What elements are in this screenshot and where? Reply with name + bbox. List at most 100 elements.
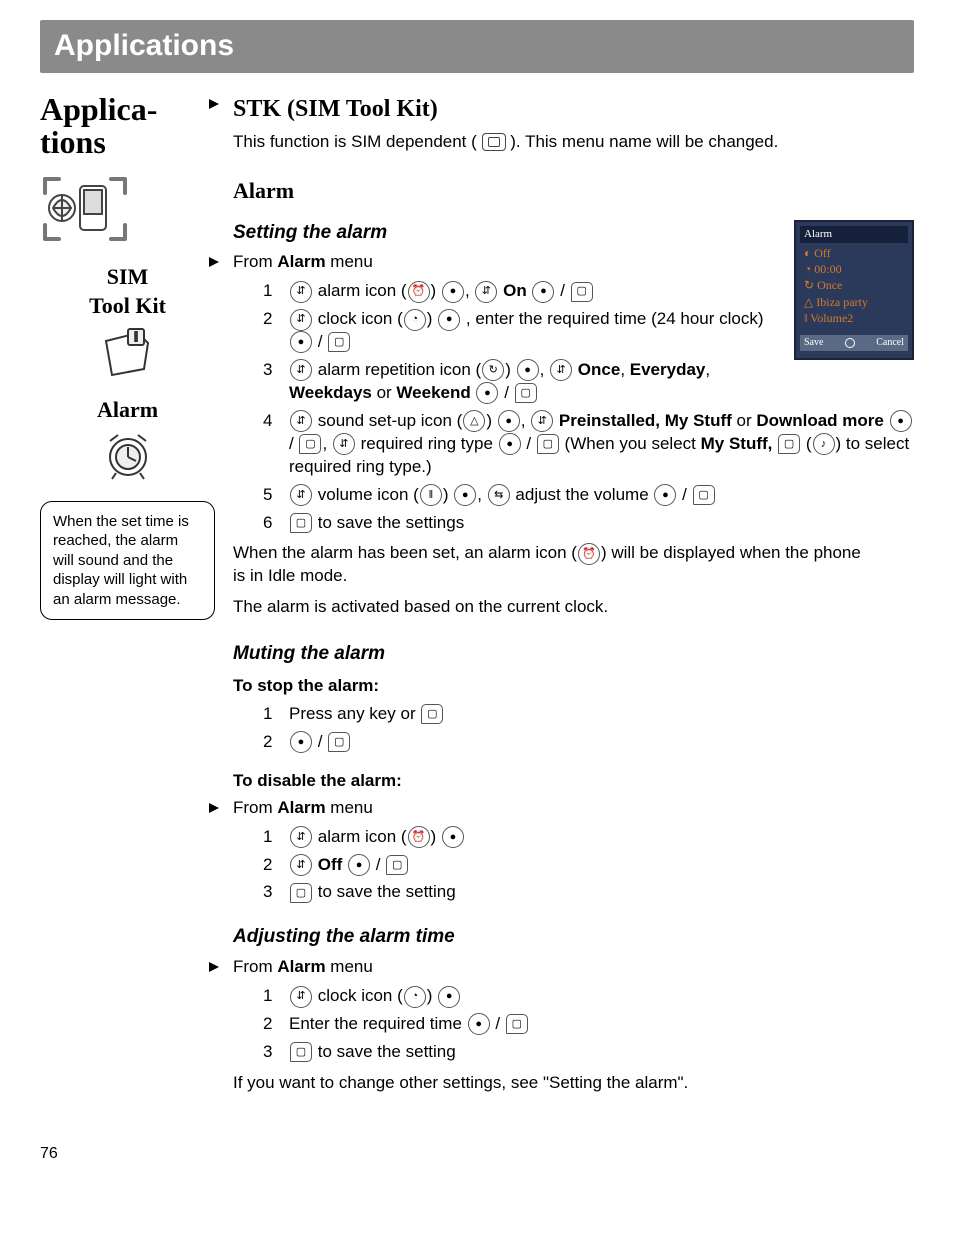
s3-wd: Weekdays	[289, 383, 372, 402]
d1-a: alarm icon (	[318, 827, 407, 846]
softkey-icon: ▢	[537, 434, 559, 454]
phone-cancel-label: Cancel	[876, 337, 904, 349]
s1-a: alarm icon (	[318, 281, 407, 300]
s3-d	[471, 383, 476, 402]
d2-b: /	[371, 855, 385, 874]
d1-b: )	[431, 827, 441, 846]
num-3d: 3	[263, 1041, 279, 1064]
num-6: 6	[263, 512, 279, 535]
phone-l3: Once	[817, 278, 842, 292]
setting-step-3: 3 ⇵ alarm repetition icon (↻) ●, ⇵ Once,…	[263, 359, 780, 405]
svg-text:i: i	[134, 330, 137, 344]
s2-d: /	[313, 332, 327, 351]
m2-a: /	[313, 732, 327, 751]
nav-updown-icon: ⇵	[290, 410, 312, 432]
num-2c: 2	[263, 854, 279, 877]
s6-a: to save the settings	[313, 513, 464, 532]
stk-body-b: ). This menu name will be changed.	[510, 132, 778, 151]
sidebar-alarm-heading: Alarm	[40, 395, 215, 425]
s3-a: alarm repetition icon (	[318, 360, 481, 379]
phone-line-ring: △ Ibiza party	[800, 294, 908, 310]
center-key-icon: ●	[517, 359, 539, 381]
num-1: 1	[263, 280, 279, 303]
s5-d: adjust the volume	[511, 485, 654, 504]
from-alarm-menu-3: From Alarm menu	[233, 956, 914, 979]
s5-a: volume icon (	[318, 485, 419, 504]
adjusting-heading: Adjusting the alarm time	[233, 924, 914, 950]
s5-c: ,	[477, 485, 486, 504]
setting-step-5: 5 ⇵ volume icon (‖) ●, ⇆ adjust the volu…	[263, 484, 914, 507]
alarm-clock-icon	[98, 431, 158, 481]
nav-updown-icon: ⇵	[531, 410, 553, 432]
mute-step-2: 2 ● / ▢	[263, 731, 914, 754]
sidebar-title-l1: Applica-	[40, 91, 157, 127]
volume-glyph-icon: ‖	[420, 484, 442, 506]
sound-glyph-icon: ♪	[813, 433, 835, 455]
a2-a: Enter the required time	[289, 1014, 467, 1033]
softkey-icon: ▢	[421, 704, 443, 724]
s4-d	[884, 411, 889, 430]
s4-j	[772, 434, 777, 453]
sidebar: Applica- tions SIM Tool Kit	[40, 93, 215, 1103]
num-1d: 1	[263, 985, 279, 1008]
softkey-icon: ▢	[506, 1014, 528, 1034]
adjust-step-3: 3 ▢ to save the setting	[263, 1041, 914, 1064]
nav-updown-icon: ⇵	[290, 826, 312, 848]
post-set-note-2: The alarm is activated based on the curr…	[233, 596, 873, 619]
s4-pre: Preinstalled, My Stuff	[559, 411, 732, 430]
softkey-icon: ▢	[328, 732, 350, 752]
nav-updown-icon: ⇵	[550, 359, 572, 381]
softkey-icon: ▢	[290, 1042, 312, 1062]
phone-screen-title: Alarm	[800, 226, 908, 243]
center-key-icon: ●	[476, 382, 498, 404]
a3-a: to save the setting	[313, 1042, 456, 1061]
disable-step-3: 3 ▢ to save the setting	[263, 881, 914, 904]
center-key-icon: ●	[454, 484, 476, 506]
alarm-glyph-icon: ⏰	[408, 826, 430, 848]
stk-heading: STK (SIM Tool Kit)	[233, 93, 914, 125]
center-key-icon: ●	[348, 854, 370, 876]
s1-b: )	[431, 281, 441, 300]
nav-updown-icon: ⇵	[290, 484, 312, 506]
s3-every: Everyday	[630, 360, 706, 379]
softkey-icon: ▢	[328, 332, 350, 352]
from-b: Alarm	[277, 252, 325, 271]
disable-step-2: 2 ⇵ Off ● / ▢	[263, 854, 914, 877]
main-content: STK (SIM Tool Kit) This function is SIM …	[233, 93, 914, 1103]
phone-l5: Volume2	[810, 311, 853, 325]
s3-e: /	[499, 383, 513, 402]
s4-k: (	[801, 434, 811, 453]
adjust-step-1: 1 ⇵ clock icon (◔) ●	[263, 985, 914, 1008]
d2-off: Off	[318, 855, 343, 874]
nav-updown-icon: ⇵	[290, 986, 312, 1008]
center-key-icon: ●	[498, 410, 520, 432]
nav-updown-icon: ⇵	[475, 281, 497, 303]
sidebar-title-l2: tions	[40, 124, 106, 160]
center-key-icon: ●	[438, 309, 460, 331]
softkey-icon: ▢	[778, 434, 800, 454]
s5-e: /	[677, 485, 691, 504]
m1-a: Press any key or	[289, 704, 420, 723]
s5-b: )	[443, 485, 453, 504]
d2-a	[342, 855, 347, 874]
muting-heading: Muting the alarm	[233, 641, 914, 667]
softkey-icon: ▢	[693, 485, 715, 505]
phone-screenshot: Alarm ◐ Off ◔ 00:00 ↻ Once △ Ibiza party…	[794, 220, 914, 360]
sim-card-icon	[482, 133, 506, 151]
num-5: 5	[263, 484, 279, 507]
nav-updown-icon: ⇵	[333, 433, 355, 455]
s1-c: ,	[465, 281, 474, 300]
sidebar-sim-heading: SIM Tool Kit	[40, 262, 215, 321]
s4-or: or	[732, 411, 757, 430]
setting-step-2: 2 ⇵ clock icon (◔) ● , enter the require…	[263, 308, 780, 354]
softkey-icon: ▢	[571, 282, 593, 302]
clock-glyph-icon: ◔	[404, 309, 426, 331]
s2-c: , enter the required time (24 hour clock…	[466, 309, 764, 328]
center-key-icon: ●	[499, 433, 521, 455]
stop-alarm-heading: To stop the alarm:	[233, 675, 914, 698]
s1-e: /	[555, 281, 569, 300]
setting-step-4: 4 ⇵ sound set-up icon (△) ●, ⇵ Preinstal…	[263, 410, 914, 479]
phone-l4: Ibiza party	[816, 295, 868, 309]
s4-i: (When you select	[560, 434, 701, 453]
alarm-heading: Alarm	[233, 176, 914, 206]
